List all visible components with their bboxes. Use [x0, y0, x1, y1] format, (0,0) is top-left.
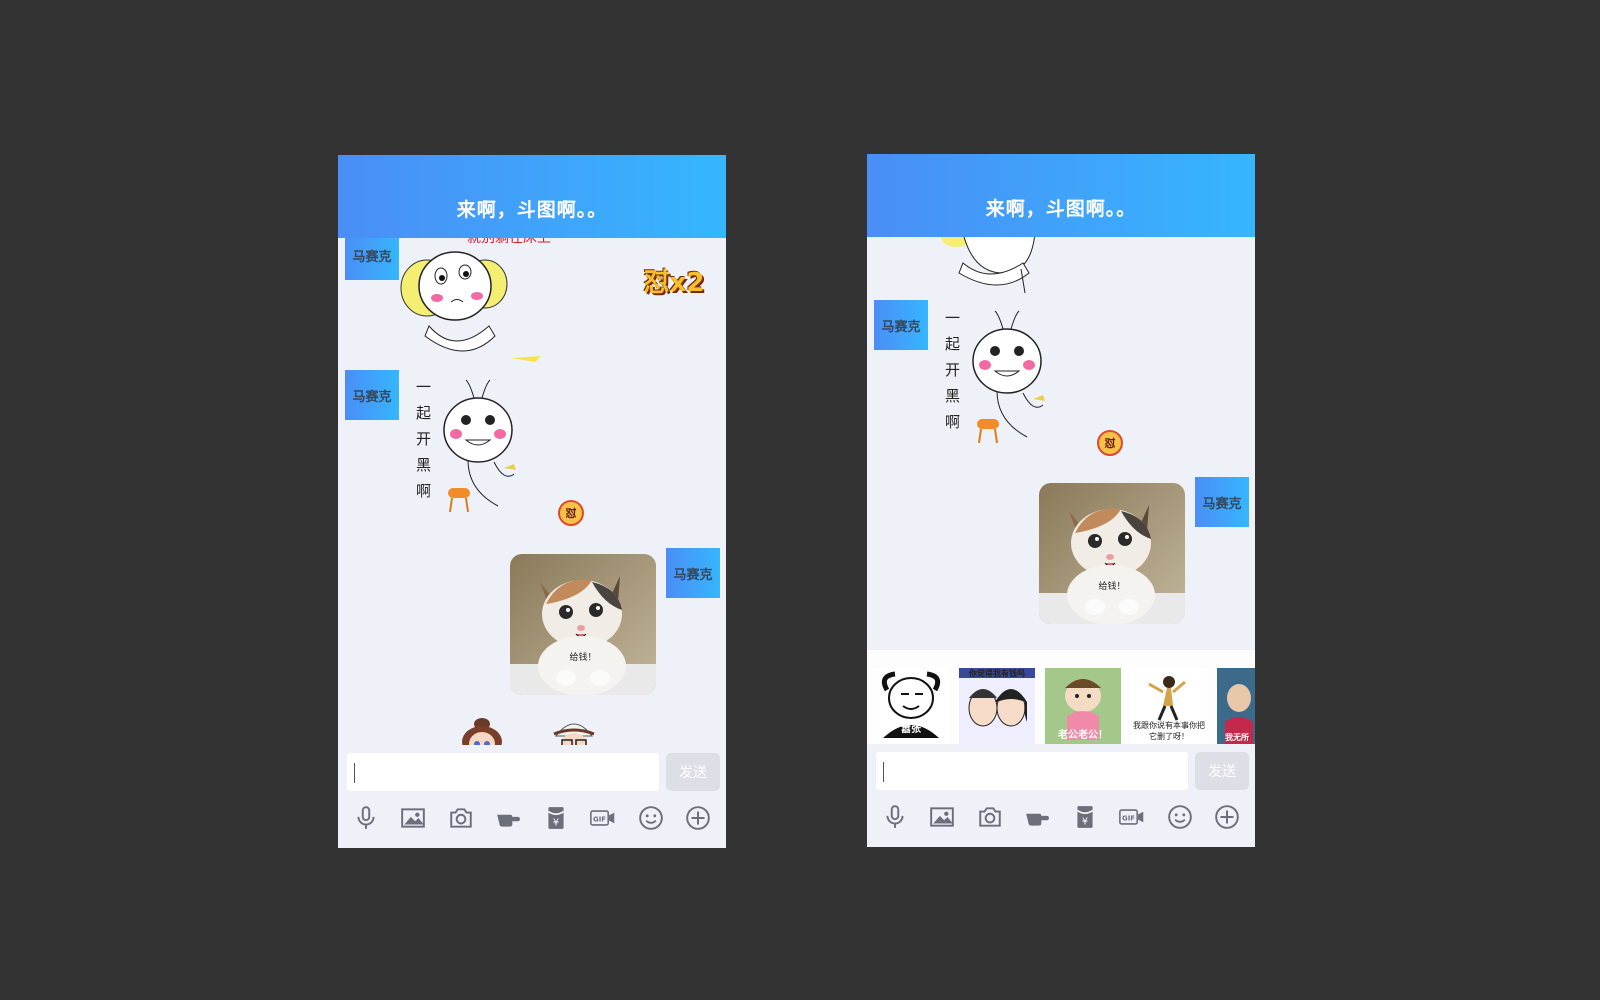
red-packet-icon[interactable]: ¥	[1069, 801, 1101, 833]
svg-text:黑: 黑	[416, 456, 431, 474]
text-cursor	[354, 763, 355, 783]
tray-sticker-baby[interactable]: 老公老公！	[1045, 668, 1121, 744]
cat-caption: 给钱！	[1098, 582, 1126, 592]
camera-icon[interactable]	[974, 801, 1006, 833]
svg-text:啊: 啊	[945, 413, 960, 431]
text-cursor	[883, 762, 884, 782]
sender-avatar[interactable]: 马赛克	[874, 300, 928, 350]
composer: 发送	[338, 745, 726, 795]
microphone-icon[interactable]	[350, 802, 382, 834]
message-input[interactable]	[876, 752, 1188, 790]
sticker-bed-character-partial[interactable]	[927, 237, 1047, 297]
sender-avatar[interactable]: 马赛克	[666, 548, 720, 598]
sticker-tray: 嚣张 你觉得我有钱吗 老公老公！ 我跟你说有本事你把它删了呀！ 我无所	[867, 650, 1255, 746]
dui-badge: 怼	[1097, 430, 1123, 456]
svg-text:起: 起	[945, 335, 960, 353]
input-toolbar: ¥ GIF	[867, 797, 1255, 837]
dui-x2-badge: 怼x2	[643, 267, 705, 298]
cat-photo-message[interactable]: 给钱！	[510, 554, 656, 695]
svg-text:一: 一	[945, 309, 960, 327]
tray-sticker-dancer[interactable]: 我跟你说有本事你把它删了呀！	[1131, 668, 1207, 744]
sender-avatar[interactable]: 马赛克	[345, 238, 399, 280]
tray-sticker-partial[interactable]: 我无所	[1217, 668, 1255, 744]
svg-text:开: 开	[416, 430, 431, 448]
microphone-icon[interactable]	[879, 801, 911, 833]
sender-avatar[interactable]: 马赛克	[1195, 477, 1249, 527]
sender-avatar[interactable]: 马赛克	[345, 370, 399, 420]
gif-icon[interactable]: GIF	[587, 802, 619, 834]
chat-title: 来啊，斗图啊。。	[985, 198, 1137, 220]
chat-screen-right: 来啊，斗图啊。。 马赛克 一 起 开 黑 啊 怼 给钱！ 马赛克 嚣张 你觉得我…	[867, 154, 1255, 847]
dui-badge: 怼	[558, 500, 584, 526]
chat-title: 来啊，斗图啊。。	[456, 199, 608, 221]
svg-text:黑: 黑	[945, 387, 960, 405]
input-toolbar: ¥ GIF	[338, 798, 726, 838]
chat-screen-left: 来啊，斗图啊。。 马赛克 就别躺在床上 怼x2 马赛克 一 起 开 黑 啊 怼 …	[338, 155, 726, 848]
plus-icon[interactable]	[682, 802, 714, 834]
cat-caption: 给钱！	[569, 653, 597, 663]
message-input[interactable]	[347, 753, 659, 791]
svg-text:¥: ¥	[553, 818, 559, 829]
sticker-play-games-character[interactable]: 一 起 开 黑 啊	[937, 309, 1057, 449]
cat-photo-message[interactable]: 给钱！	[1039, 483, 1185, 624]
sticker-play-games-character[interactable]: 一 起 开 黑 啊	[408, 378, 528, 518]
svg-text:一: 一	[416, 378, 431, 396]
chat-header: 来啊，斗图啊。。	[338, 155, 726, 238]
plus-icon[interactable]	[1211, 801, 1243, 833]
image-icon[interactable]	[397, 802, 429, 834]
composer: 发送	[867, 744, 1255, 794]
tray-sticker-arrogant[interactable]: 嚣张	[873, 668, 949, 744]
svg-text:就别躺在床上: 就别躺在床上	[467, 238, 551, 246]
tray-sticker-couple[interactable]: 你觉得我有钱吗	[959, 668, 1035, 744]
image-icon[interactable]	[926, 801, 958, 833]
svg-text:啊: 啊	[416, 482, 431, 500]
send-button[interactable]: 发送	[1195, 752, 1249, 790]
svg-text:起: 起	[416, 404, 431, 422]
camera-icon[interactable]	[445, 802, 477, 834]
svg-text:¥: ¥	[1082, 817, 1088, 828]
svg-text:开: 开	[945, 361, 960, 379]
chat-header: 来啊，斗图啊。。	[867, 154, 1255, 237]
send-button[interactable]: 发送	[666, 753, 720, 791]
svg-text:GIF: GIF	[593, 815, 606, 823]
message-list[interactable]: 马赛克 一 起 开 黑 啊 怼 给钱！ 马赛克	[867, 237, 1255, 637]
svg-text:GIF: GIF	[1122, 814, 1135, 822]
pointing-hand-icon[interactable]	[1021, 801, 1053, 833]
handwritten-text: 就别躺在床上	[467, 238, 551, 246]
emoji-icon[interactable]	[1164, 801, 1196, 833]
red-packet-icon[interactable]: ¥	[540, 802, 572, 834]
pointing-hand-icon[interactable]	[492, 802, 524, 834]
gif-icon[interactable]: GIF	[1116, 801, 1148, 833]
emoji-icon[interactable]	[635, 802, 667, 834]
